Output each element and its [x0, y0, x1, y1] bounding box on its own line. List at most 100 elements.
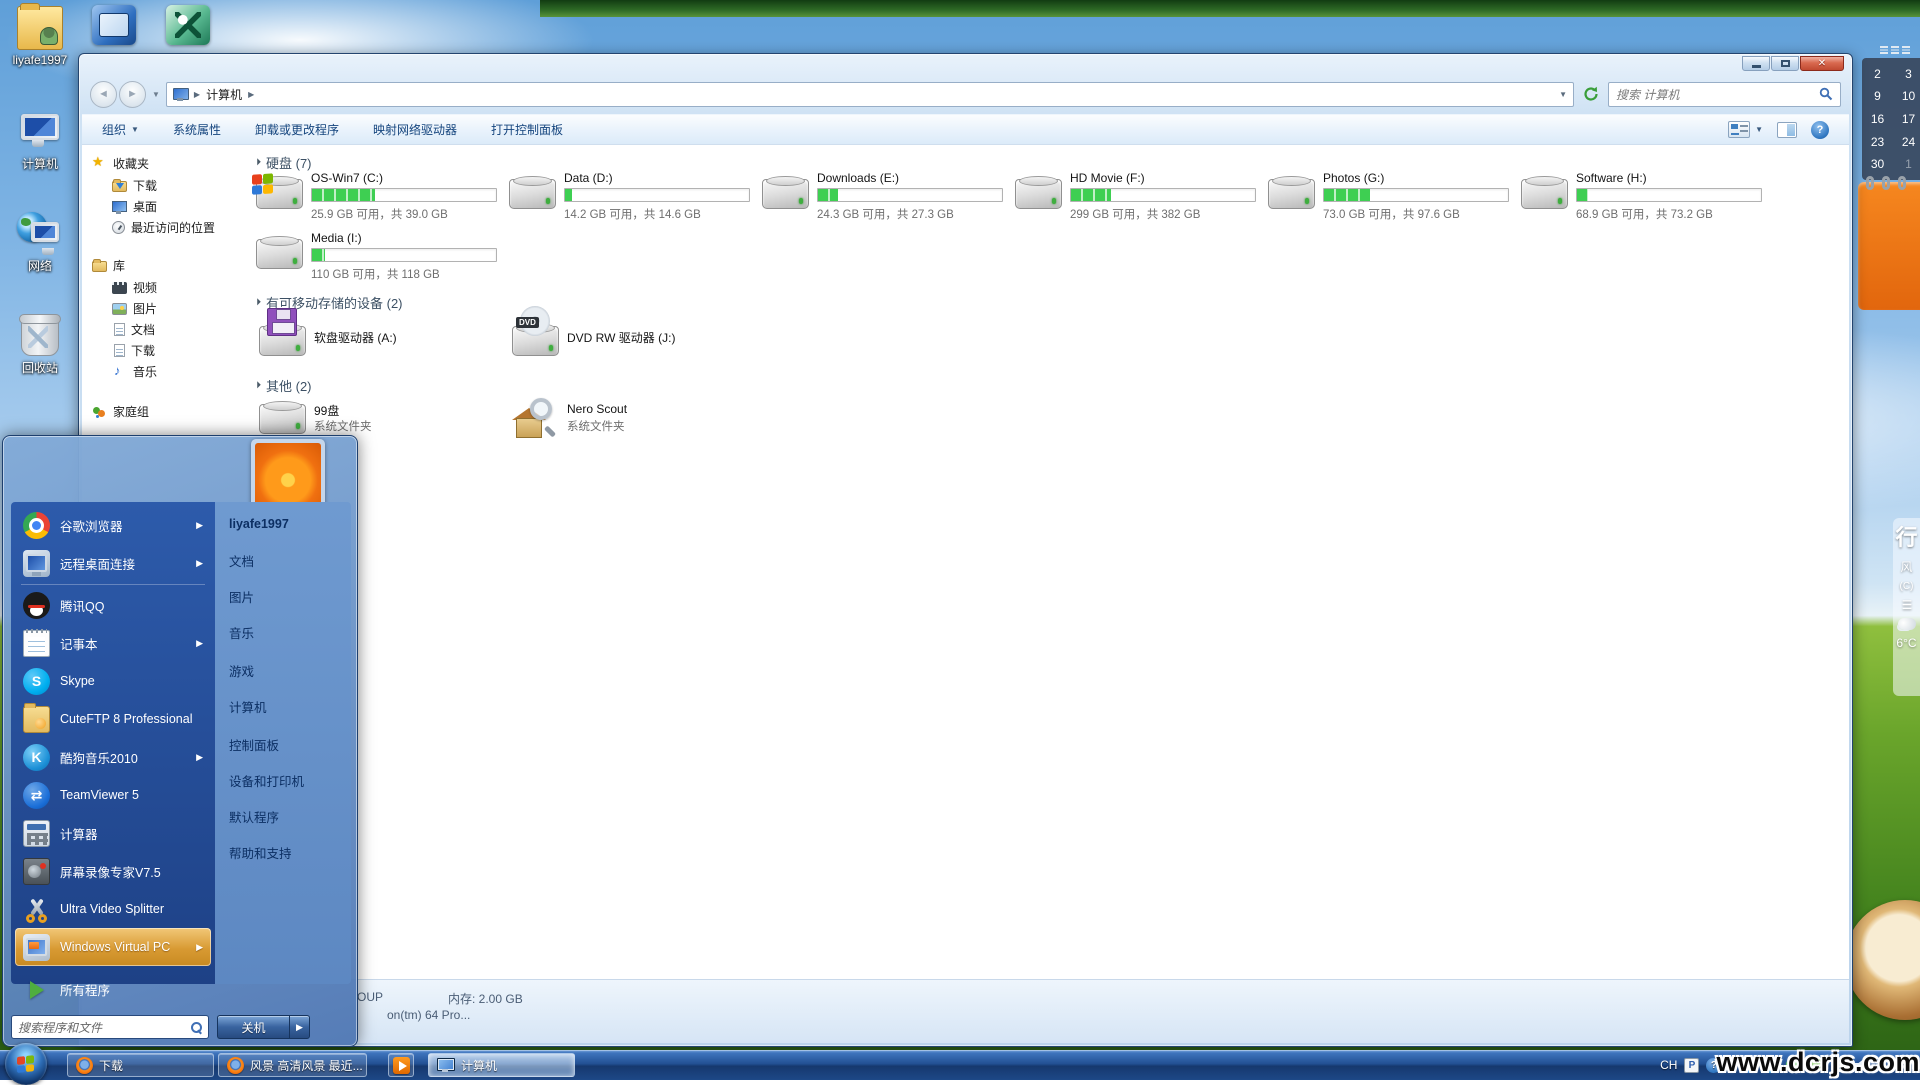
desktop-icon-label: 回收站	[8, 359, 72, 376]
navigation-bar: ◄ ► ▼ ▶ 计算机 ▶ ▼ 搜索 计算机	[82, 74, 1849, 114]
menu-item-games[interactable]: 游戏	[229, 652, 347, 688]
item-description: 系统文件夹	[567, 418, 625, 434]
menu-item-notepad[interactable]: 记事本▶	[15, 624, 211, 662]
nav-favorites[interactable]: 收藏夹	[92, 155, 149, 172]
menu-item-qq[interactable]: 腾讯QQ	[15, 586, 211, 624]
nav-pictures[interactable]: 图片	[112, 300, 157, 317]
minimize-button[interactable]	[1742, 56, 1770, 71]
taskbar-button-computer[interactable]: 计算机	[428, 1053, 575, 1077]
collapse-icon[interactable]	[254, 298, 261, 305]
nav-music[interactable]: 音乐	[112, 363, 157, 380]
system-properties-button[interactable]: 系统属性	[173, 121, 221, 138]
menu-item-computer[interactable]: 计算机	[229, 688, 347, 724]
maximize-button[interactable]	[1771, 56, 1799, 71]
help-button[interactable]: ?	[1811, 121, 1829, 139]
menu-item-screen-recorder[interactable]: 屏幕录像专家V7.5	[15, 852, 211, 890]
group-header-harddisks[interactable]: 硬盘 (7)	[254, 153, 312, 172]
group-header-other[interactable]: 其他 (2)	[254, 376, 312, 395]
language-indicator[interactable]: CH	[1660, 1058, 1677, 1072]
nav-desktop[interactable]: 桌面	[112, 198, 157, 215]
menu-item-control-panel[interactable]: 控制面板	[229, 726, 347, 762]
taskbar-button-firefox-scenery[interactable]: 风景 高清风景 最近...	[218, 1053, 367, 1077]
start-button[interactable]	[5, 1043, 47, 1085]
recent-pages-dropdown[interactable]: ▼	[152, 90, 160, 99]
desktop-icon-network[interactable]: 网络	[8, 210, 72, 274]
drive-tile-g[interactable]: Photos (G:) 73.0 GB 可用，共 97.6 GB	[1268, 171, 1518, 223]
menu-item-pictures[interactable]: 图片	[229, 578, 347, 614]
drive-tile-f[interactable]: HD Movie (F:) 299 GB 可用，共 382 GB	[1015, 171, 1265, 223]
menu-item-kugou[interactable]: K酷狗音乐2010▶	[15, 738, 211, 776]
menu-item-chrome[interactable]: 谷歌浏览器▶	[15, 506, 211, 544]
taskbar-button-firefox-downloads[interactable]: 下载	[67, 1053, 214, 1077]
forward-button[interactable]: ►	[119, 81, 146, 108]
ime-tool-icon[interactable]: P	[1684, 1058, 1699, 1073]
uninstall-program-button[interactable]: 卸载或更改程序	[255, 121, 339, 138]
shutdown-options-arrow[interactable]: ▶	[289, 1015, 310, 1039]
breadcrumb[interactable]: 计算机	[206, 86, 242, 103]
taskbar-button-media-player[interactable]	[388, 1053, 414, 1077]
processor-fragment: on(tm) 64 Pro...	[387, 1008, 470, 1022]
close-button[interactable]: ✕	[1800, 56, 1844, 71]
drive-tile-c[interactable]: OS-Win7 (C:) 25.9 GB 可用，共 39.0 GB	[256, 171, 506, 223]
submenu-arrow-icon: ▶	[196, 558, 203, 569]
calendar-gadget[interactable]: 2 3 9 10 16 17 23 24 30 1	[1862, 58, 1920, 180]
menu-item-user[interactable]: liyafe1997	[229, 506, 347, 542]
desktop-icon-recycle-bin[interactable]: 回收站	[8, 316, 72, 376]
nav-downloads-lib[interactable]: 下载	[112, 342, 155, 359]
menu-item-devices-printers[interactable]: 设备和打印机	[229, 762, 347, 798]
desktop-icon-label: liyafe1997	[8, 53, 72, 67]
menu-item-default-programs[interactable]: 默认程序	[229, 798, 347, 834]
drive-tile-d[interactable]: Data (D:) 14.2 GB 可用，共 14.6 GB	[509, 171, 759, 223]
menu-item-all-programs[interactable]: 所有程序	[15, 970, 211, 1008]
dvd-drive-tile[interactable]: DVD RW 驱动器 (J:)	[512, 314, 762, 360]
collapse-icon[interactable]	[254, 381, 261, 388]
drive-tile-i[interactable]: Media (I:) 110 GB 可用，共 118 GB	[256, 231, 506, 283]
nav-documents[interactable]: 文档	[112, 321, 155, 338]
address-dropdown[interactable]: ▼	[1559, 90, 1567, 99]
menu-item-music[interactable]: 音乐	[229, 614, 347, 650]
organize-menu[interactable]: 组织▼	[102, 121, 139, 138]
menu-item-calculator[interactable]: 计算器	[15, 814, 211, 852]
menu-item-cuteftp[interactable]: CuteFTP 8 Professional	[15, 700, 211, 738]
nav-recent-places[interactable]: 最近访问的位置	[112, 219, 215, 236]
open-control-panel-button[interactable]: 打开控制面板	[491, 121, 563, 138]
gadget-sidebar-handle[interactable]	[1880, 44, 1914, 56]
menu-item-video-splitter[interactable]: Ultra Video Splitter	[15, 890, 211, 928]
menu-item-teamviewer[interactable]: ⇄TeamViewer 5	[15, 776, 211, 814]
refresh-button[interactable]	[1580, 83, 1602, 105]
shutdown-button[interactable]: 关机	[217, 1015, 289, 1039]
menu-item-remote-desktop[interactable]: 远程桌面连接▶	[15, 544, 211, 582]
back-button[interactable]: ◄	[90, 81, 117, 108]
user-avatar[interactable]	[251, 439, 325, 511]
capacity-bar	[564, 188, 750, 202]
breadcrumb-separator[interactable]: ▶	[248, 90, 254, 99]
collapse-icon[interactable]	[254, 158, 261, 165]
change-view-button[interactable]: ▼	[1728, 121, 1763, 138]
preview-pane-button[interactable]	[1777, 122, 1797, 138]
nav-videos[interactable]: 视频	[112, 279, 157, 296]
search-icon[interactable]	[1819, 87, 1833, 101]
start-menu-search-input[interactable]: 搜索程序和文件	[11, 1015, 209, 1039]
desktop-icon-computer[interactable]: 计算机	[8, 108, 72, 172]
notes-gadget[interactable]	[1858, 182, 1920, 310]
menu-item-windows-virtual-pc[interactable]: Windows Virtual PC▶	[15, 928, 211, 966]
nav-libraries[interactable]: 库	[92, 257, 125, 274]
map-network-drive-button[interactable]: 映射网络驱动器	[373, 121, 457, 138]
address-bar[interactable]: ▶ 计算机 ▶ ▼	[166, 82, 1574, 107]
desktop-icon-ftp-app[interactable]	[166, 5, 210, 45]
menu-item-documents[interactable]: 文档	[229, 542, 347, 578]
search-box[interactable]: 搜索 计算机	[1608, 82, 1841, 107]
nav-homegroup[interactable]: 家庭组	[92, 403, 149, 420]
menu-item-skype[interactable]: SSkype	[15, 662, 211, 700]
nav-downloads[interactable]: 下载	[112, 177, 157, 194]
menu-item-help-support[interactable]: 帮助和支持	[229, 834, 347, 870]
floppy-drive-tile[interactable]: 软盘驱动器 (A:)	[259, 314, 509, 360]
desktop-icon-remote-app[interactable]	[92, 5, 136, 45]
weather-gadget[interactable]: 行 风 (C) ☰ 6°C	[1893, 518, 1920, 696]
computer-icon	[173, 88, 188, 101]
drive-tile-h[interactable]: Software (H:) 68.9 GB 可用，共 73.2 GB	[1521, 171, 1771, 223]
drive-tile-e[interactable]: Downloads (E:) 24.3 GB 可用，共 27.3 GB	[762, 171, 1012, 223]
desktop-icon-user-folder[interactable]: liyafe1997	[8, 6, 72, 67]
recycle-bin-icon	[21, 316, 59, 356]
system-folder-tile-nero-scout[interactable]: Nero Scout 系统文件夹	[512, 396, 762, 442]
